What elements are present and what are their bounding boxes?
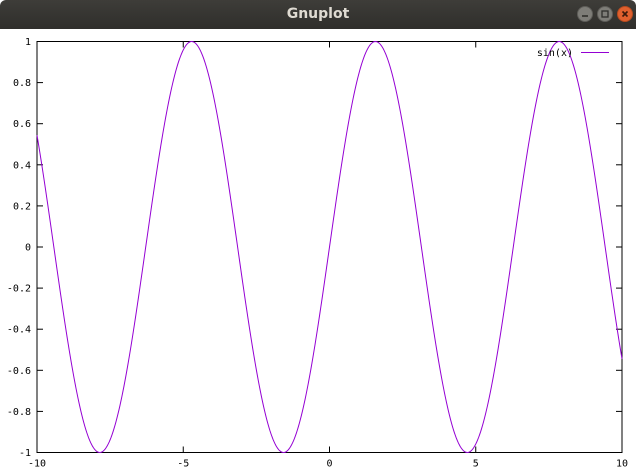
x-tick-label: -10 bbox=[28, 459, 46, 470]
close-button[interactable] bbox=[617, 6, 633, 22]
y-tick-label: -0.2 bbox=[7, 284, 31, 295]
minimize-button[interactable] bbox=[577, 6, 593, 22]
window-title: Gnuplot bbox=[286, 6, 350, 22]
y-tick-label: -0.8 bbox=[7, 407, 31, 418]
y-tick-label: 0.2 bbox=[13, 201, 31, 212]
y-tick-label: -0.6 bbox=[7, 366, 31, 377]
x-tick-label: 5 bbox=[473, 459, 479, 470]
minimize-icon bbox=[582, 15, 588, 17]
y-tick-label: 0 bbox=[25, 243, 31, 254]
maximize-icon bbox=[601, 10, 609, 18]
series-line-sin-x bbox=[36, 40, 623, 454]
close-icon bbox=[621, 10, 629, 18]
maximize-button[interactable] bbox=[597, 6, 613, 22]
x-tick-label: 10 bbox=[616, 459, 628, 470]
y-tick-label: -1 bbox=[19, 448, 31, 459]
x-tick-label: -5 bbox=[177, 459, 189, 470]
x-tick-label: 0 bbox=[326, 459, 332, 470]
y-tick-label: 0.8 bbox=[13, 78, 31, 89]
y-tick-label: -0.4 bbox=[7, 325, 31, 336]
legend-label: sin(x) bbox=[537, 48, 573, 59]
y-tick-label: 0.6 bbox=[13, 119, 31, 130]
axis-ticks: -1 -0.8 -0.6 -0.4 -0.2 0 0.2 0.4 0.6 0.8 1 -10 -5 0 5 1… bbox=[7, 37, 628, 470]
y-tick-label: 1 bbox=[25, 37, 31, 48]
legend: sin(x) bbox=[537, 48, 609, 59]
title-bar[interactable]: Gnuplot bbox=[0, 0, 636, 29]
y-tick-label: 0.4 bbox=[13, 160, 31, 171]
plot-series bbox=[36, 40, 623, 454]
gnuplot-window: Gnuplot -1 -0.8 -0.6 -0.4 -0.2 0 0.2 0.4 0.6 0.8 1… bbox=[0, 0, 636, 475]
plot-canvas[interactable]: -1 -0.8 -0.6 -0.4 -0.2 0 0.2 0.4 0.6 0.8 1 -10 -5 0 5 1… bbox=[0, 29, 636, 475]
